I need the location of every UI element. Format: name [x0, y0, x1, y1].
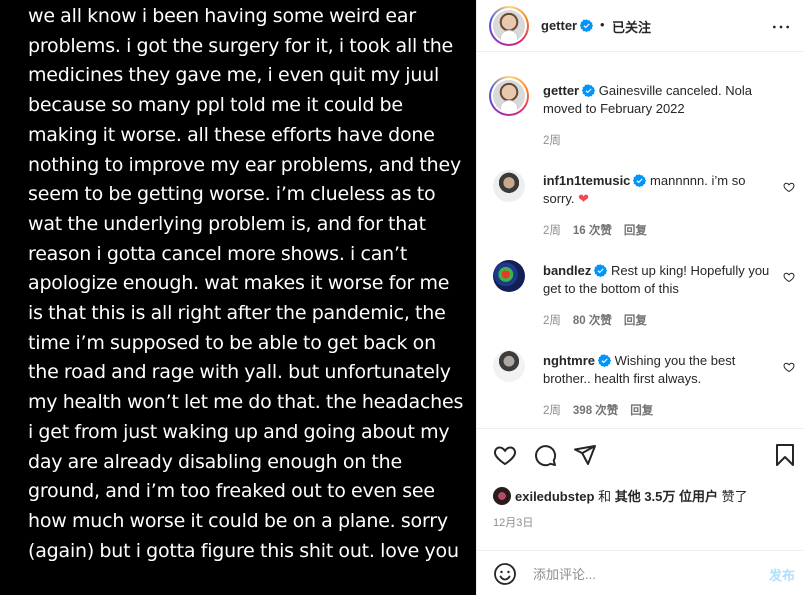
comment-likes[interactable]: 16 次赞: [573, 225, 612, 237]
comment-like-heart-icon[interactable]: [783, 271, 795, 283]
post-header: getter • 已关注: [477, 0, 804, 52]
post-image: we all know i been having some weird ear…: [0, 0, 476, 595]
follow-status-button[interactable]: 已关注: [612, 17, 651, 36]
post-comment-button[interactable]: 发布: [769, 565, 795, 584]
commenter-avatar[interactable]: [493, 170, 525, 202]
separator-dot: •: [600, 17, 605, 32]
comment-body: nghtmre Wishing you the best brother.. h…: [543, 352, 773, 388]
red-heart-emoji: ❤: [578, 191, 590, 206]
comment-meta: 2周 398 次赞 回复: [543, 402, 665, 418]
add-comment-bar: 发布: [477, 550, 804, 595]
post-actions-section: exiledubstep 和 其他 3.5万 位用户 赞了 12月3日 发布: [477, 428, 804, 595]
caption-time: 2周: [543, 135, 561, 147]
comment-username[interactable]: nghtmre: [543, 353, 611, 368]
commenter-avatar[interactable]: [493, 350, 525, 382]
comment-time: 2周: [543, 315, 561, 327]
caption-username[interactable]: getter: [543, 83, 596, 98]
more-horizontal-icon[interactable]: [771, 17, 791, 37]
reply-button[interactable]: 回复: [624, 225, 647, 237]
comment-username[interactable]: bandlez: [543, 263, 608, 278]
comment-time: 2周: [543, 225, 561, 237]
likes-summary: exiledubstep 和 其他 3.5万 位用户 赞了: [493, 486, 748, 505]
comment-body: inf1n1temusic mannnnn. i’m so sorry. ❤: [543, 172, 773, 208]
bookmark-icon[interactable]: [773, 443, 797, 467]
comment-time: 2周: [543, 405, 561, 417]
comment-icon[interactable]: [533, 443, 557, 467]
heart-icon[interactable]: [493, 443, 517, 467]
reply-button[interactable]: 回复: [630, 405, 653, 417]
emoji-smile-icon[interactable]: [493, 562, 517, 586]
comment-likes[interactable]: 398 次赞: [573, 405, 618, 417]
comment-body: bandlez Rest up king! Hopefully you get …: [543, 262, 773, 298]
post-side-panel: getter • 已关注 getter Gainesville canceled…: [476, 0, 804, 595]
likes-count[interactable]: 其他 3.5万 位用户: [615, 489, 718, 504]
author-avatar[interactable]: [489, 6, 529, 46]
reply-button[interactable]: 回复: [624, 315, 647, 327]
likes-and: 和: [594, 489, 615, 504]
comment-meta: 2周 16 次赞 回复: [543, 222, 659, 238]
verified-icon: [580, 19, 594, 32]
liker-username[interactable]: exiledubstep: [515, 489, 594, 504]
comment-like-heart-icon[interactable]: [783, 181, 795, 193]
commenter-avatar[interactable]: [493, 260, 525, 292]
send-icon[interactable]: [573, 443, 597, 467]
liker-avatar[interactable]: [493, 487, 511, 505]
caption-body: getter Gainesville canceled. Nola moved …: [543, 82, 773, 118]
verified-icon: [598, 354, 611, 367]
comment-likes[interactable]: 80 次赞: [573, 315, 612, 327]
comment-like-heart-icon[interactable]: [783, 361, 795, 373]
comment-input[interactable]: [533, 563, 733, 585]
comment-meta: 2周 80 次赞 回复: [543, 312, 659, 328]
verified-icon: [633, 174, 647, 187]
post-date: 12月3日: [493, 517, 534, 529]
author-username[interactable]: getter: [541, 18, 594, 33]
likes-suffix: 赞了: [718, 489, 748, 504]
comment-username[interactable]: inf1n1temusic: [543, 173, 647, 188]
verified-icon: [582, 84, 596, 97]
post-image-text: we all know i been having some weird ear…: [28, 5, 464, 562]
caption-meta: 2周: [543, 132, 573, 148]
verified-icon: [594, 264, 608, 277]
caption-avatar[interactable]: [489, 76, 529, 116]
